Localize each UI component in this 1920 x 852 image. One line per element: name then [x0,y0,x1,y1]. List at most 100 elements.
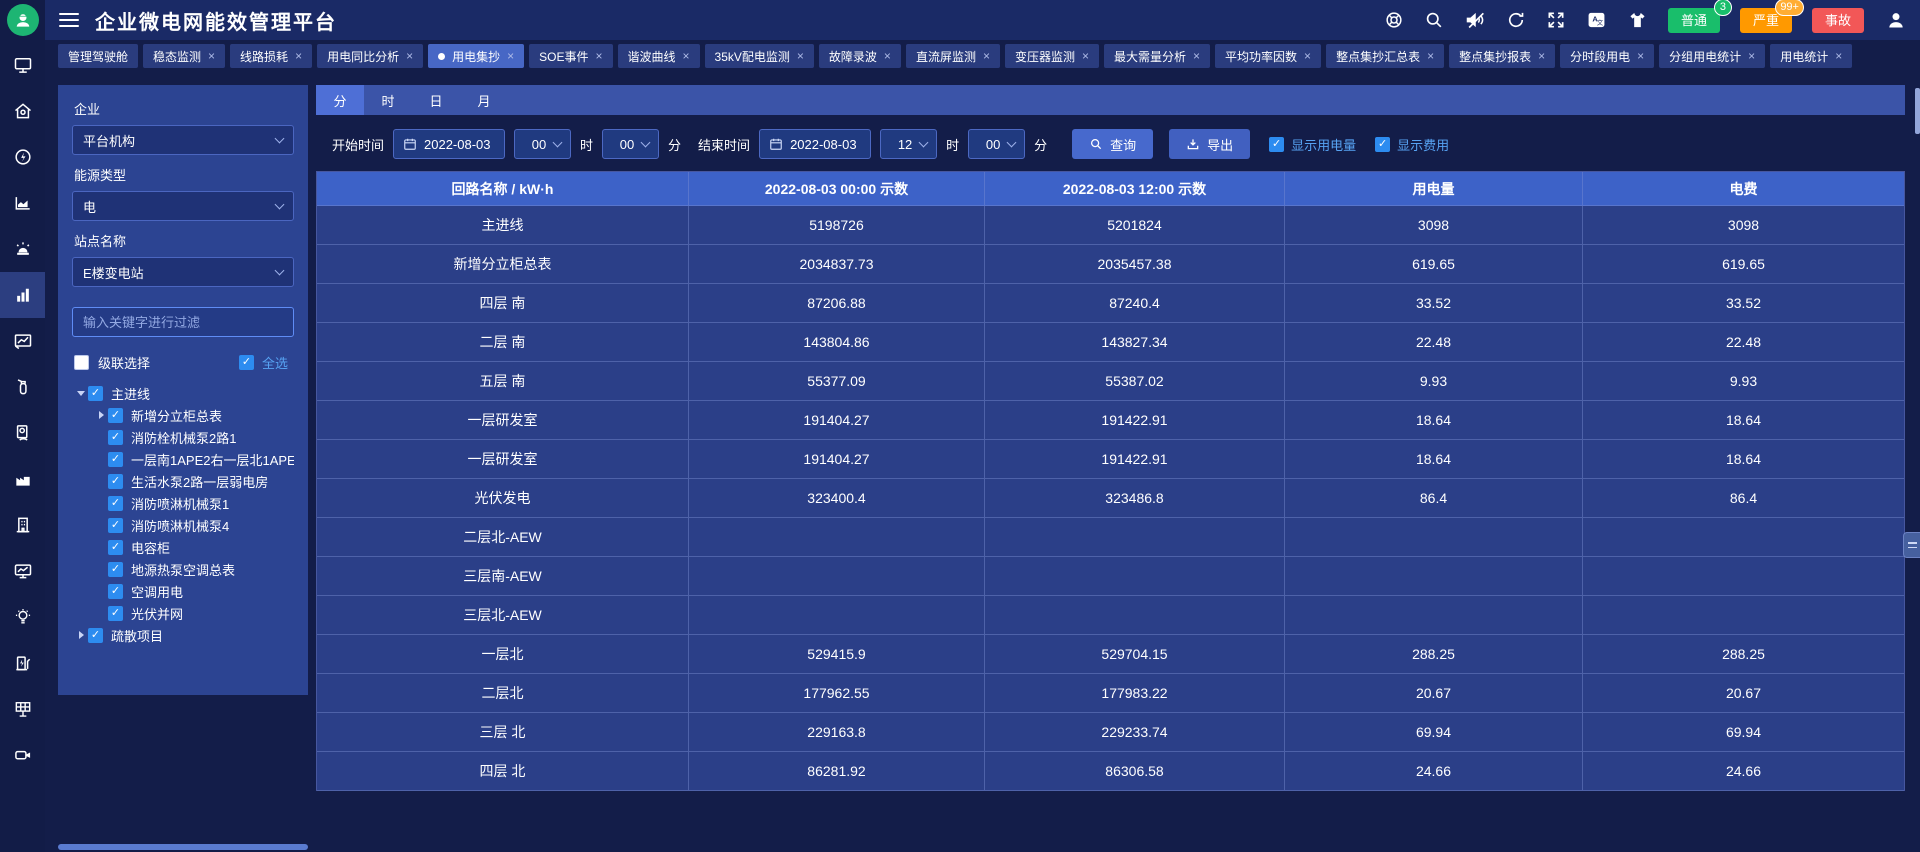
tab-close-icon[interactable]: × [983,50,990,62]
end-minute-select[interactable]: 00 [968,129,1025,159]
end-date-picker[interactable]: 2022-08-03 [759,129,871,159]
sidebar-item-bar-chart[interactable] [0,272,45,318]
alarm-chip-severe[interactable]: 严重99+ [1740,8,1792,33]
app-logo[interactable] [7,4,39,36]
sidebar-item-alarm[interactable] [0,226,45,272]
tab-分组用电统计[interactable]: 分组用电统计× [1659,44,1765,68]
vertical-scrollbar-thumb[interactable] [1915,88,1920,134]
period-tab-月[interactable]: 月 [460,85,508,115]
tab-用电同比分析[interactable]: 用电同比分析× [317,44,423,68]
sidebar-item-building[interactable] [0,502,45,548]
tab-管理驾驶舱[interactable]: 管理驾驶舱 [58,44,138,68]
tab-稳态监测[interactable]: 稳态监测× [143,44,225,68]
site-name-select[interactable]: E楼变电站 [72,257,294,287]
tab-close-icon[interactable]: × [1082,50,1089,62]
start-date-picker[interactable]: 2022-08-03 [393,129,505,159]
tab-close-icon[interactable]: × [1637,50,1644,62]
tab-close-icon[interactable]: × [406,50,413,62]
sidebar-item-monitor[interactable] [0,42,45,88]
tree-node[interactable]: 空调用电 [72,580,294,602]
period-tab-分[interactable]: 分 [316,85,364,115]
tree-node[interactable]: 一层南1APE2右一层北1APE1左 [72,448,294,470]
tree-node-checkbox[interactable] [108,562,123,577]
tree-node-checkbox[interactable] [88,628,103,643]
sidebar-item-camera[interactable] [0,732,45,778]
tab-整点集抄报表[interactable]: 整点集抄报表× [1449,44,1555,68]
select-all-label[interactable]: 全选 [262,353,288,372]
sidebar-item-charger[interactable] [0,640,45,686]
end-hour-select[interactable]: 12 [880,129,937,159]
tree-node[interactable]: 消防喷淋机械泵4 [72,514,294,536]
sidebar-item-home[interactable] [0,88,45,134]
tab-close-icon[interactable]: × [1193,50,1200,62]
tab-close-icon[interactable]: × [683,50,690,62]
tab-直流屏监测[interactable]: 直流屏监测× [906,44,1000,68]
start-hour-select[interactable]: 00 [514,129,571,159]
period-tab-日[interactable]: 日 [412,85,460,115]
tab-用电统计[interactable]: 用电统计× [1770,44,1852,68]
theme-icon[interactable] [1627,10,1648,30]
cascade-checkbox[interactable] [74,355,89,370]
alarm-chip-accident[interactable]: 事故 [1812,8,1864,33]
tab-close-icon[interactable]: × [507,50,514,62]
mute-icon[interactable] [1464,10,1486,30]
tab-close-icon[interactable]: × [208,50,215,62]
tab-close-icon[interactable]: × [797,50,804,62]
tab-分时段用电[interactable]: 分时段用电× [1560,44,1654,68]
sidebar-item-power[interactable] [0,134,45,180]
show-cost-option[interactable]: 显示费用 [1375,135,1449,154]
tab-变压器监测[interactable]: 变压器监测× [1005,44,1099,68]
tab-整点集抄汇总表[interactable]: 整点集抄汇总表× [1326,44,1444,68]
user-avatar-icon[interactable] [1886,10,1906,30]
tree-node[interactable]: 消防栓机械泵2路1 [72,426,294,448]
tree-node-checkbox[interactable] [88,386,103,401]
tab-close-icon[interactable]: × [1427,50,1434,62]
tree-node[interactable]: 电容柜 [72,536,294,558]
scroll-handle[interactable] [1903,532,1920,558]
start-minute-select[interactable]: 00 [602,129,659,159]
expand-arrow-icon[interactable] [74,391,88,396]
alarm-chip-normal[interactable]: 普通3 [1668,8,1720,33]
company-select[interactable]: 平台机构 [72,125,294,155]
service-icon[interactable] [1384,10,1404,30]
tab-close-icon[interactable]: × [295,50,302,62]
sidebar-item-solar[interactable] [0,686,45,732]
tree-node-checkbox[interactable] [108,606,123,621]
sidebar-item-bulb[interactable] [0,594,45,640]
export-button[interactable]: 导出 [1169,129,1250,159]
period-tab-时[interactable]: 时 [364,85,412,115]
show-energy-option[interactable]: 显示用电量 [1269,135,1356,154]
select-all-checkbox[interactable] [239,355,254,370]
fullscreen-icon[interactable] [1546,10,1566,30]
tab-最大需量分析[interactable]: 最大需量分析× [1104,44,1210,68]
tab-线路损耗[interactable]: 线路损耗× [230,44,312,68]
tab-故障录波[interactable]: 故障录波× [819,44,901,68]
tree-node[interactable]: 地源热泵空调总表 [72,558,294,580]
tree-node-checkbox[interactable] [108,452,123,467]
menu-toggle-icon[interactable] [59,13,79,27]
tree-node[interactable]: 光伏并网 [72,602,294,624]
tab-用电集抄[interactable]: 用电集抄× [428,44,524,68]
tab-close-icon[interactable]: × [1538,50,1545,62]
tree-node[interactable]: 消防喷淋机械泵1 [72,492,294,514]
tree-node-checkbox[interactable] [108,430,123,445]
show-energy-checkbox[interactable] [1269,137,1284,152]
sidebar-item-screen-chart[interactable] [0,548,45,594]
collapse-arrow-icon[interactable] [94,411,108,419]
tree-node-checkbox[interactable] [108,540,123,555]
tree-node-checkbox[interactable] [108,496,123,511]
tab-close-icon[interactable]: × [1748,50,1755,62]
tree-node[interactable]: 生活水泵2路一层弱电房 [72,470,294,492]
search-icon[interactable] [1424,10,1444,30]
tab-平均功率因数[interactable]: 平均功率因数× [1215,44,1321,68]
tab-SOE事件[interactable]: SOE事件× [529,44,612,68]
tree-node-checkbox[interactable] [108,408,123,423]
refresh-icon[interactable] [1506,10,1526,30]
tab-close-icon[interactable]: × [595,50,602,62]
tab-谐波曲线[interactable]: 谐波曲线× [618,44,700,68]
tab-close-icon[interactable]: × [1835,50,1842,62]
tree-node[interactable]: 主进线 [72,382,294,404]
tree-node-checkbox[interactable] [108,518,123,533]
sidebar-item-billing[interactable] [0,410,45,456]
horizontal-scrollbar[interactable] [58,844,308,850]
